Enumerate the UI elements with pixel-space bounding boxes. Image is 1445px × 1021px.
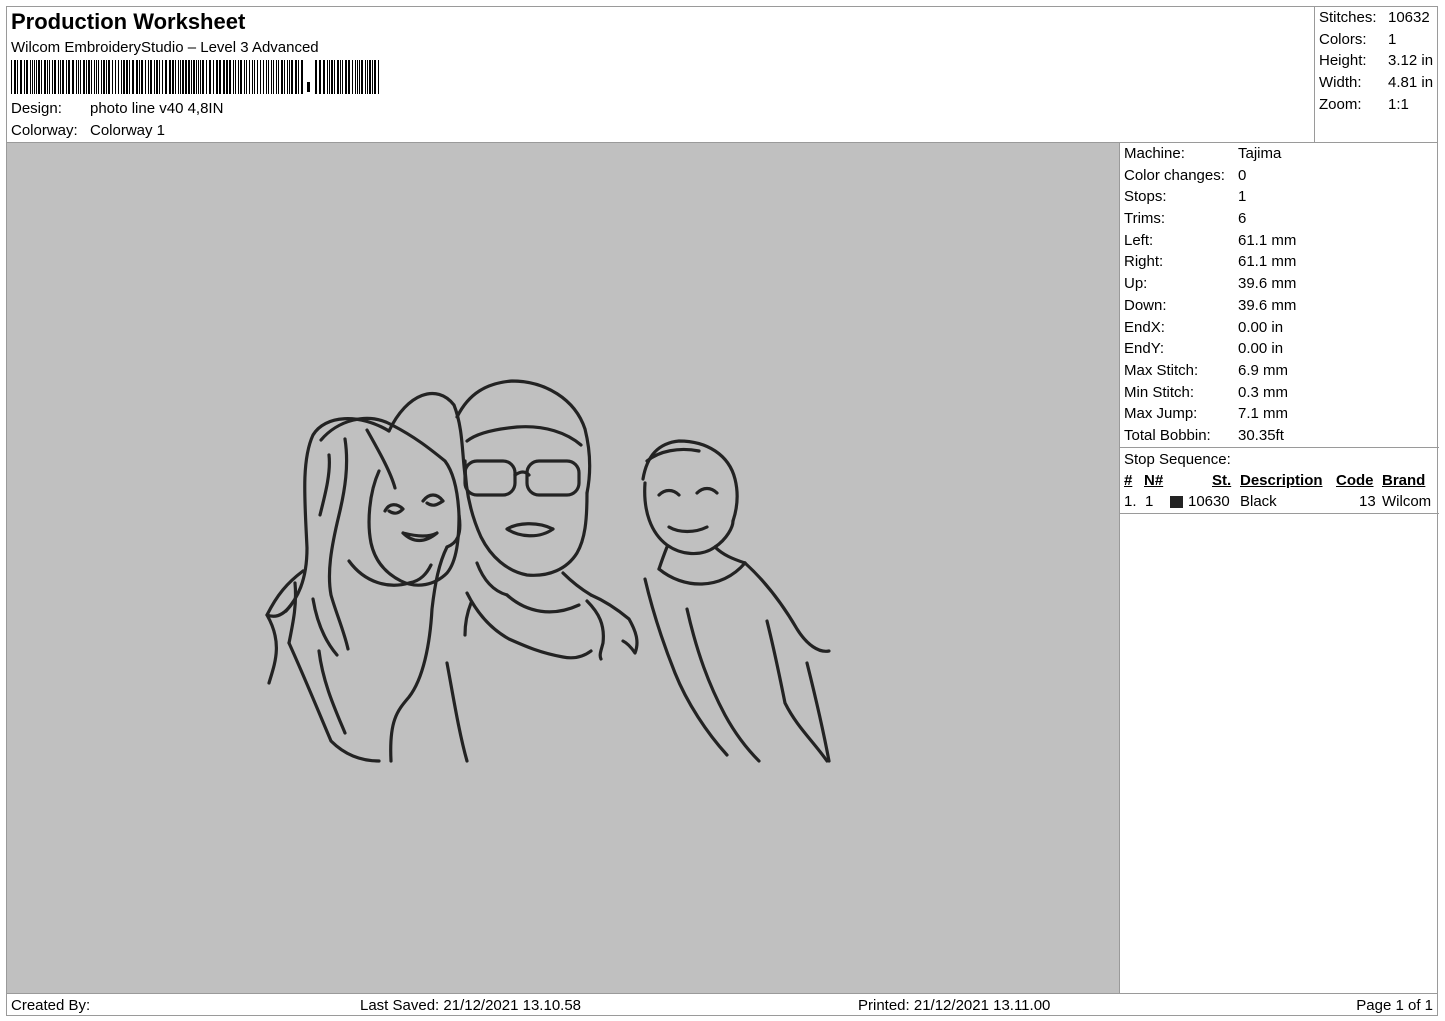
- info-label: Left:: [1124, 231, 1154, 249]
- info-label: Machine:: [1124, 145, 1185, 162]
- summary-label: Stitches:: [1319, 9, 1377, 26]
- col-brand: Brand: [1382, 471, 1426, 489]
- info-value: Tajima: [1238, 145, 1282, 162]
- info-row: Right: 61.1 mm: [1120, 251, 1439, 273]
- col-num: #: [1124, 471, 1133, 489]
- info-value: 1: [1238, 188, 1247, 206]
- summary-label: Width:: [1319, 74, 1362, 92]
- worksheet-title: Production Worksheet: [11, 9, 246, 34]
- printed-date: Printed: 21/12/2021 13.11.00: [858, 997, 1051, 1014]
- info-row: Max Stitch: 6.9 mm: [1120, 360, 1439, 382]
- info-row: Total Bobbin: 30.35ft: [1120, 425, 1439, 447]
- info-row: Left: 61.1 mm: [1120, 230, 1439, 252]
- info-value: 0.00 in: [1238, 318, 1284, 336]
- info-row: Machine: Tajima: [1120, 143, 1439, 165]
- summary-row-stitches: Stitches: 10632: [1315, 7, 1439, 29]
- info-value: 7.1 mm: [1238, 405, 1289, 423]
- info-label: Max Jump:: [1124, 405, 1198, 423]
- summary-label: Colors:: [1319, 30, 1367, 48]
- page-number: Page 1 of 1: [1356, 997, 1433, 1014]
- software-name: Wilcom EmbroideryStudio – Level 3 Advanc…: [11, 39, 319, 56]
- info-label: Max Stitch:: [1124, 361, 1199, 379]
- row-needle: 1: [1145, 492, 1154, 510]
- info-label: Stops:: [1124, 188, 1167, 206]
- worksheet-footer: Created By: Last Saved: 21/12/2021 13.10…: [7, 994, 1437, 1016]
- design-row: Design: photo line v40 4,8IN: [11, 100, 223, 117]
- info-value: 39.6 mm: [1238, 275, 1297, 293]
- row-brand: Wilcom: [1382, 492, 1432, 510]
- info-value: 30.35ft: [1238, 426, 1284, 444]
- info-row: Min Stitch: 0.3 mm: [1120, 382, 1439, 404]
- summary-row-width: Width: 4.81 in: [1315, 72, 1439, 94]
- info-value: 6: [1238, 210, 1247, 228]
- info-label: EndX:: [1124, 318, 1165, 336]
- info-row: EndY: 0.00 in: [1120, 338, 1439, 360]
- colorway-label: Colorway:: [11, 122, 78, 139]
- info-row: Down: 39.6 mm: [1120, 295, 1439, 317]
- info-value: 0: [1238, 166, 1247, 184]
- info-row: Max Jump: 7.1 mm: [1120, 403, 1439, 425]
- info-row: Stops: 1: [1120, 186, 1439, 208]
- row-description: Black: [1240, 492, 1277, 510]
- info-value: 0.3 mm: [1238, 383, 1289, 401]
- barcode-image: [11, 60, 379, 94]
- design-preview: [7, 143, 1120, 993]
- embroidery-design-image: [265, 379, 831, 763]
- summary-value: 1:1: [1388, 95, 1409, 113]
- summary-value: 1: [1388, 30, 1397, 48]
- info-label: Right:: [1124, 253, 1164, 271]
- summary-row-colors: Colors: 1: [1315, 29, 1439, 51]
- info-label: EndY:: [1124, 340, 1165, 358]
- info-label: Trims:: [1124, 210, 1166, 228]
- info-label: Down:: [1124, 296, 1167, 314]
- col-code: Code: [1336, 471, 1374, 489]
- design-summary: Stitches: 10632 Colors: 1 Height: 3.12 in W…: [1315, 7, 1439, 142]
- info-label: Total Bobbin:: [1124, 426, 1211, 444]
- info-row: Trims: 6: [1120, 208, 1439, 230]
- summary-value: 10632: [1388, 9, 1430, 26]
- summary-value: 3.12 in: [1388, 52, 1434, 70]
- row-num: 1.: [1124, 492, 1137, 510]
- info-row: Up: 39.6 mm: [1120, 273, 1439, 295]
- colorway-value: Colorway 1: [90, 122, 166, 139]
- summary-row-zoom: Zoom: 1:1: [1315, 94, 1439, 116]
- stop-sequence-section: Stop Sequence: # N# St. Description Code…: [1120, 446, 1439, 514]
- info-label: Min Stitch:: [1124, 383, 1195, 401]
- colorway-row: Colorway: Colorway 1: [11, 122, 165, 139]
- stop-sequence-title: Stop Sequence:: [1124, 450, 1231, 468]
- row-stitches: 10630: [1188, 492, 1230, 510]
- info-value: 61.1 mm: [1238, 253, 1297, 271]
- info-label: Color changes:: [1124, 166, 1225, 184]
- col-needle: N#: [1144, 471, 1164, 489]
- summary-label: Height:: [1319, 52, 1367, 70]
- design-label: Design:: [11, 100, 62, 117]
- thread-color-swatch: [1170, 495, 1183, 508]
- info-label: Up:: [1124, 275, 1148, 293]
- row-code: 13: [1359, 492, 1376, 510]
- info-value: 61.1 mm: [1238, 231, 1297, 249]
- worksheet-header: Production Worksheet Wilcom EmbroiderySt…: [7, 7, 1315, 142]
- machine-info-panel: Machine: Tajima Color changes: 0 Stops: 1 T…: [1120, 143, 1439, 993]
- design-value: photo line v40 4,8IN: [90, 100, 224, 117]
- info-row: Color changes: 0: [1120, 165, 1439, 187]
- col-stitches: St.: [1212, 471, 1232, 489]
- info-value: 6.9 mm: [1238, 361, 1289, 379]
- col-description: Description: [1240, 471, 1323, 489]
- summary-value: 4.81 in: [1388, 74, 1434, 92]
- created-by: Created By:: [11, 997, 91, 1014]
- stop-sequence-header: # N# St. Description Code Brand: [1120, 470, 1439, 491]
- info-row: EndX: 0.00 in: [1120, 317, 1439, 339]
- last-saved: Last Saved: 21/12/2021 13.10.58: [360, 997, 582, 1014]
- worksheet-frame: Production Worksheet Wilcom EmbroiderySt…: [6, 6, 1439, 1016]
- summary-label: Zoom:: [1319, 95, 1362, 113]
- info-value: 39.6 mm: [1238, 296, 1297, 314]
- stop-sequence-row: 1. 1 10630 Black 13 Wilcom: [1120, 491, 1439, 512]
- stop-sequence-divider: [1120, 512, 1439, 514]
- summary-row-height: Height: 3.12 in: [1315, 50, 1439, 72]
- info-value: 0.00 in: [1238, 340, 1284, 358]
